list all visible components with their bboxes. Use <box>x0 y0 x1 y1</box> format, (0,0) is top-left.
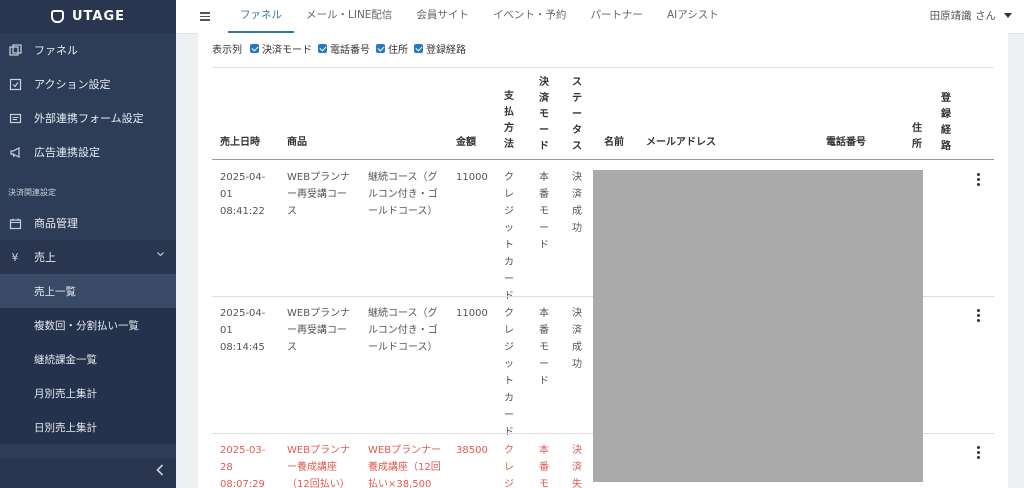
table-header-divider <box>212 159 994 160</box>
tab-funnel[interactable]: ファネル <box>228 1 294 33</box>
collapse-sidebar-icon[interactable] <box>156 464 164 480</box>
logo-mark-icon <box>50 10 64 23</box>
cell-date: 2025-04- 01 08:14:45 <box>220 308 266 353</box>
column-toggle-payment-mode[interactable]: 決済モード <box>250 41 312 56</box>
checkbox-label: 決済モード <box>262 45 312 56</box>
logo[interactable]: UTAGE <box>0 0 176 33</box>
sidebar-item-label: 売上 <box>34 251 56 264</box>
header-route[interactable]: 登録経路 <box>940 91 952 155</box>
header-name[interactable]: 名前 <box>604 135 624 151</box>
column-toggle-phone[interactable]: 電話番号 <box>318 41 370 56</box>
sidebar-subitem-installment-list[interactable]: 複数回・分割払い一覧 <box>0 308 176 342</box>
sidebar: UTAGE ファネル アクション設定 外部連携フォーム設定 広告連携設定 決済関… <box>0 0 176 488</box>
main-tabs: ファネル メール・LINE配信 会員サイト イベント・予約 パートナー AIアシ… <box>228 1 731 33</box>
cell-date: 2025-04- 01 08:41:22 <box>220 172 266 217</box>
cell-status: 決済成功 <box>572 172 582 234</box>
row-actions-kebab-icon[interactable] <box>977 446 980 459</box>
tab-member-site[interactable]: 会員サイト <box>404 1 481 31</box>
megaphone-icon <box>8 145 22 159</box>
column-toggle-route[interactable]: 登録経路 <box>414 41 466 56</box>
caret-down-icon <box>1004 13 1012 18</box>
cell-payment-method: クレジ <box>504 445 514 488</box>
top-navigation: ファネル メール・LINE配信 会員サイト イベント・予約 パートナー AIアシ… <box>176 0 1024 34</box>
column-toggle-bar: 表示列 決済モード 電話番号 住所 登録経路 <box>212 41 472 56</box>
header-date[interactable]: 売上日時 <box>220 135 260 151</box>
cell-payment-mode: 本番モード <box>539 308 549 387</box>
sidebar-item-sales[interactable]: ¥ 売上 <box>0 240 176 274</box>
cell-status: 決済失 <box>572 445 582 488</box>
header-phone[interactable]: 電話番号 <box>826 135 866 151</box>
checkbox-checked-icon <box>414 44 423 53</box>
user-name: 田原靖識 さん <box>929 10 996 22</box>
user-menu[interactable]: 田原靖識 さん <box>930 8 1012 23</box>
sidebar-subitem-subscription-list[interactable]: 継続課金一覧 <box>0 342 176 376</box>
sidebar-item-action-settings[interactable]: アクション設定 <box>0 67 176 101</box>
column-toggle-label: 表示列 <box>212 45 242 56</box>
sidebar-nav: ファネル アクション設定 外部連携フォーム設定 広告連携設定 <box>0 33 176 169</box>
sidebar-item-label: 商品管理 <box>34 217 78 230</box>
cell-amount: 11000 <box>456 172 488 183</box>
cell-status: 決済成功 <box>572 308 582 370</box>
row-actions-kebab-icon[interactable] <box>977 173 980 186</box>
tab-ai-assist[interactable]: AIアシスト <box>655 1 731 31</box>
cell-product: WEBプランナ ー養成講座 （12回払い） <box>287 445 351 488</box>
calendar-icon <box>8 216 22 230</box>
row-actions-kebab-icon[interactable] <box>977 309 980 322</box>
column-toggle-address[interactable]: 住所 <box>376 41 408 56</box>
hamburger-menu-icon[interactable] <box>200 12 210 21</box>
redacted-personal-info <box>593 170 923 482</box>
header-payment-mode[interactable]: 決済モード <box>538 75 550 155</box>
sidebar-item-label: ファネル <box>34 44 78 57</box>
checkbox-checked-icon <box>318 44 327 53</box>
sidebar-item-label: 広告連携設定 <box>34 146 100 159</box>
cell-amount: 11000 <box>456 308 488 319</box>
cell-payment-method: クレジットカード <box>504 308 514 438</box>
sidebar-footer <box>0 458 176 488</box>
form-icon <box>8 111 22 125</box>
cell-payment-method: クレジットカード <box>504 172 514 302</box>
header-payment-method[interactable]: 支払方法 <box>503 89 515 153</box>
divider <box>212 67 994 68</box>
sidebar-subitem-sales-list[interactable]: 売上一覧 <box>0 274 176 308</box>
sidebar-item-product-management[interactable]: 商品管理 <box>0 206 176 240</box>
cell-amount: 38500 <box>456 445 488 456</box>
cell-plan: 継続コース（グ ルコン付き・ゴ ールドコース） <box>368 308 438 353</box>
tab-event-reservation[interactable]: イベント・予約 <box>481 1 579 31</box>
yen-icon: ¥ <box>11 250 19 264</box>
header-amount[interactable]: 金額 <box>456 135 476 151</box>
checkbox-label: 電話番号 <box>330 45 370 56</box>
logo-text: UTAGE <box>71 9 126 24</box>
sales-list-panel: 表示列 決済モード 電話番号 住所 登録経路 売上日時 商品 金額 支払方法 決… <box>198 33 1008 488</box>
sidebar-item-external-form[interactable]: 外部連携フォーム設定 <box>0 101 176 135</box>
sidebar-section-label: 決済関連設定 <box>8 188 56 197</box>
sidebar-item-label: 外部連携フォーム設定 <box>34 112 144 125</box>
checkbox-checked-icon <box>250 44 259 53</box>
header-status[interactable]: ステータス <box>571 75 583 155</box>
header-email[interactable]: メールアドレス <box>646 135 716 151</box>
funnel-icon <box>8 43 22 57</box>
chevron-down-icon <box>157 250 164 260</box>
tab-partner[interactable]: パートナー <box>578 1 655 31</box>
cell-payment-mode: 本番モ <box>539 445 549 488</box>
checklist-icon <box>8 77 22 91</box>
sidebar-subitem-monthly-sales[interactable]: 月別売上集計 <box>0 376 176 410</box>
cell-plan: 継続コース（グ ルコン付き・ゴ ールドコース） <box>368 172 438 217</box>
cell-product: WEBプランナ ー再受講コース <box>287 308 351 353</box>
header-address[interactable]: 住所 <box>911 121 923 153</box>
cell-payment-mode: 本番モード <box>539 172 549 251</box>
cell-product: WEBプランナ ー再受講コース <box>287 172 351 217</box>
checkbox-checked-icon <box>376 44 385 53</box>
sidebar-item-label: アクション設定 <box>34 78 111 91</box>
header-product[interactable]: 商品 <box>287 135 307 151</box>
cell-plan: WEBプランナー 養成講座（12回 払い×38,500 <box>368 445 442 488</box>
sidebar-subitem-daily-sales[interactable]: 日別売上集計 <box>0 410 176 444</box>
checkbox-label: 住所 <box>388 45 408 56</box>
sidebar-item-ad-integration[interactable]: 広告連携設定 <box>0 135 176 169</box>
cell-date: 2025-03- 28 08:07:29 <box>220 445 266 488</box>
tab-mail-line[interactable]: メール・LINE配信 <box>294 1 404 31</box>
sidebar-item-funnel[interactable]: ファネル <box>0 33 176 67</box>
checkbox-label: 登録経路 <box>426 45 466 56</box>
